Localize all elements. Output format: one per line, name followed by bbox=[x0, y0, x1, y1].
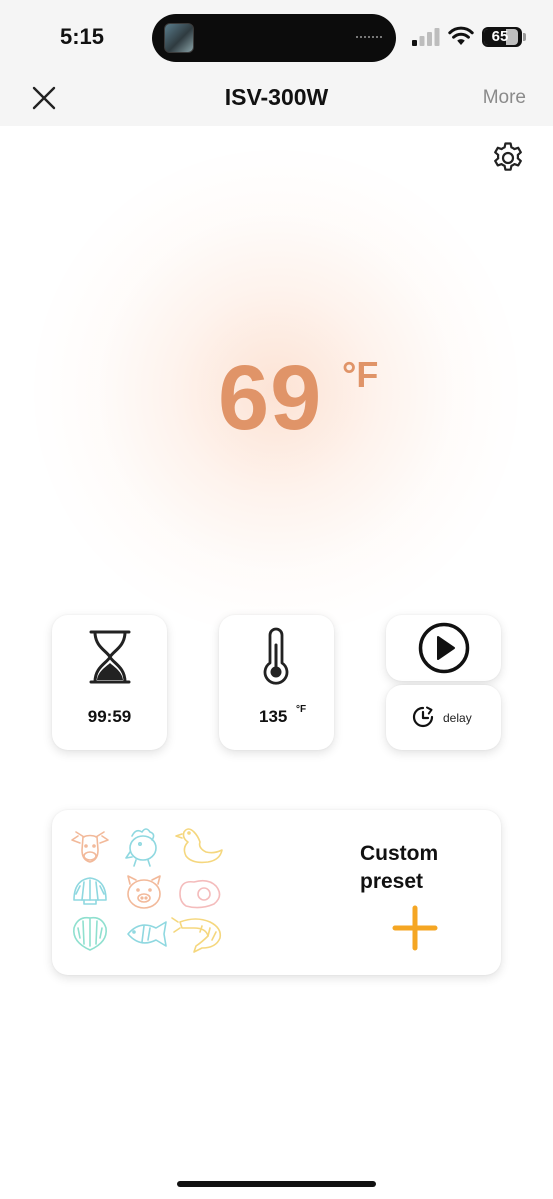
clam-icon bbox=[73, 916, 107, 951]
duck-icon bbox=[175, 828, 223, 864]
island-activity-indicator bbox=[356, 36, 382, 38]
home-indicator[interactable] bbox=[177, 1181, 376, 1187]
shrimp-icon bbox=[171, 917, 222, 953]
more-button[interactable]: More bbox=[483, 87, 526, 109]
target-temperature-button[interactable]: 135 °F bbox=[219, 615, 334, 750]
battery-icon: 65 bbox=[482, 27, 522, 47]
preset-title-line1: Custom bbox=[360, 842, 439, 865]
timer-value: 99:59 bbox=[87, 707, 132, 726]
wifi-icon bbox=[448, 26, 474, 45]
thermometer-icon bbox=[263, 627, 289, 685]
delay-label: delay bbox=[443, 711, 472, 725]
now-playing-thumbnail bbox=[164, 23, 194, 53]
hourglass-icon bbox=[89, 630, 131, 684]
custom-preset-button[interactable]: Custom preset bbox=[52, 810, 501, 975]
egg-icon bbox=[179, 879, 221, 909]
status-time: 5:15 bbox=[60, 24, 105, 49]
nav-bar: ISV-300W More bbox=[0, 68, 553, 126]
preset-title-line2: preset bbox=[360, 870, 424, 893]
plus-icon[interactable] bbox=[392, 905, 438, 951]
current-temperature: 69 bbox=[218, 347, 323, 449]
shell-icon bbox=[73, 877, 107, 905]
gear-icon[interactable] bbox=[490, 140, 526, 176]
dynamic-island bbox=[152, 14, 396, 62]
fish-icon bbox=[127, 921, 167, 947]
current-temperature-unit: °F bbox=[342, 354, 379, 395]
play-icon bbox=[418, 622, 470, 674]
cow-icon bbox=[71, 831, 109, 863]
close-icon[interactable] bbox=[28, 82, 60, 114]
battery-cap bbox=[523, 33, 526, 41]
food-category-icons bbox=[71, 828, 223, 953]
delay-button[interactable]: delay bbox=[386, 685, 501, 750]
battery-level: 65 bbox=[491, 28, 509, 45]
timer-button[interactable]: 99:59 bbox=[52, 615, 167, 750]
page-title: ISV-300W bbox=[224, 84, 329, 110]
start-button[interactable] bbox=[386, 615, 501, 681]
pig-icon bbox=[127, 875, 161, 909]
chicken-icon bbox=[125, 828, 157, 867]
preset-title: Custom preset bbox=[360, 840, 480, 896]
status-bar: 5:15 65 bbox=[0, 0, 553, 68]
target-temperature-value: 135 bbox=[259, 707, 288, 726]
signal-icon bbox=[412, 28, 440, 46]
target-temperature-unit: °F bbox=[296, 704, 307, 715]
clock-delay-icon bbox=[412, 706, 434, 728]
